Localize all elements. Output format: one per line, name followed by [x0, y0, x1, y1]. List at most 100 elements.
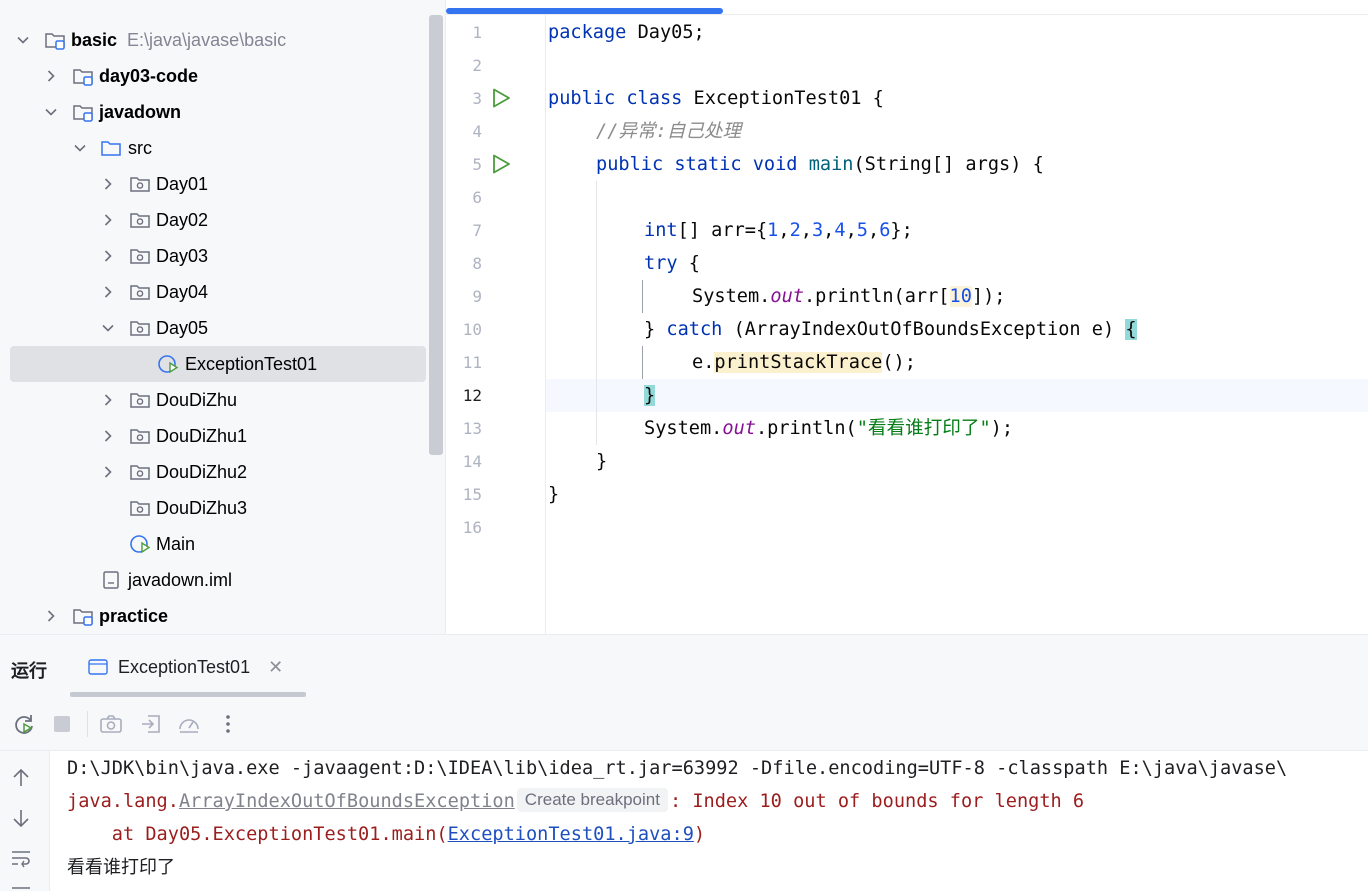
profiler-icon[interactable] — [177, 712, 201, 736]
package-folder-icon — [129, 317, 151, 339]
arrow-down-icon[interactable] — [10, 807, 32, 829]
code-line-3: public class ExceptionTest01 { — [548, 88, 884, 109]
tree-item-doudizhu1[interactable]: DouDiZhu1 — [10, 418, 426, 454]
tree-label: Day03 — [156, 246, 209, 266]
line-number: 6 — [472, 188, 482, 207]
tree-label: Day01 — [156, 174, 209, 194]
line-number: 5 — [472, 155, 482, 174]
exception-class-link[interactable]: ArrayIndexOutOfBoundsException — [179, 791, 515, 812]
chevron-down-icon[interactable] — [101, 321, 115, 335]
console-output[interactable]: D:\JDK\bin\java.exe -javaagent:D:\IDEA\l… — [50, 751, 1368, 891]
tree-label: DouDiZhu — [156, 390, 238, 410]
tree-item-practice[interactable]: practice — [10, 598, 426, 634]
create-breakpoint-tooltip[interactable]: Create breakpoint — [516, 788, 668, 812]
console-command-line: D:\JDK\bin\java.exe -javaagent:D:\IDEA\l… — [67, 758, 1288, 779]
tree-label: DouDiZhu3 — [156, 498, 248, 518]
tree-item-day03[interactable]: Day03 — [10, 238, 426, 274]
chevron-right-icon[interactable] — [101, 429, 115, 443]
tree-scrollbar[interactable] — [429, 15, 443, 455]
tree-path: E:\java\javase\basic — [127, 30, 287, 50]
chevron-right-icon[interactable] — [101, 465, 115, 479]
package-folder-icon — [129, 461, 151, 483]
scroll-end-icon[interactable] — [10, 883, 32, 891]
code-line-10: } catch (ArrayIndexOutOfBoundsException … — [644, 319, 1137, 340]
exit-icon[interactable] — [139, 712, 163, 736]
module-folder-icon — [72, 605, 94, 627]
stacktrace-source-link[interactable]: ExceptionTest01.java:9 — [448, 824, 694, 845]
package-folder-icon — [129, 173, 151, 195]
run-tab-label: ExceptionTest01 — [118, 656, 251, 677]
tree-item-doudizhu2[interactable]: DouDiZhu2 — [10, 454, 426, 490]
tree-label: javadown — [99, 102, 182, 122]
line-number: 9 — [472, 287, 482, 306]
tree-item-doudizhu[interactable]: DouDiZhu — [10, 382, 426, 418]
rerun-icon[interactable] — [12, 712, 36, 736]
line-number: 2 — [472, 56, 482, 75]
more-options-icon[interactable] — [216, 712, 240, 736]
line-number: 14 — [462, 452, 482, 471]
tree-item-javadown[interactable]: javadown — [10, 94, 426, 130]
chevron-down-icon[interactable] — [73, 141, 87, 155]
run-toolbar — [0, 697, 1368, 751]
code-line-15: } — [548, 484, 560, 505]
chevron-right-icon[interactable] — [101, 177, 115, 191]
current-line-highlight — [545, 379, 1368, 412]
tree-item-src[interactable]: src — [10, 130, 426, 166]
console-exception-line: java.lang.ArrayIndexOutOfBoundsException… — [67, 788, 1085, 812]
line-number: 16 — [462, 518, 482, 537]
code-line-7: int[] arr={1,2,3,4,5,6}; — [644, 220, 913, 241]
stop-icon[interactable] — [50, 712, 74, 736]
tree-item-basic[interactable]: basic E:\java\javase\basic — [10, 22, 426, 58]
tree-item-day02[interactable]: Day02 — [10, 202, 426, 238]
tree-item-doudizhu3[interactable]: DouDiZhu3 — [10, 490, 426, 526]
camera-icon[interactable] — [99, 712, 123, 736]
tree-item-day03-code[interactable]: day03-code — [10, 58, 426, 94]
chevron-right-icon[interactable] — [101, 393, 115, 407]
line-number: 4 — [472, 122, 482, 141]
code-line-13: System.out.println("看看谁打印了"); — [644, 418, 1014, 439]
tree-item-day05[interactable]: Day05 — [10, 310, 426, 346]
tree-item-day01[interactable]: Day01 — [10, 166, 426, 202]
tree-item-main[interactable]: Main — [10, 526, 426, 562]
line-number: 10 — [462, 320, 482, 339]
tree-label: Day05 — [156, 318, 209, 338]
line-number-current: 12 — [462, 386, 482, 405]
tree-item-exceptiontest01[interactable]: ExceptionTest01 — [10, 346, 426, 382]
tree-label: Main — [156, 534, 196, 554]
line-number: 7 — [472, 221, 482, 240]
run-class-icon[interactable] — [490, 87, 512, 109]
code-editor[interactable]: 1 2 3 4 5 6 7 8 9 10 11 12 13 14 15 16 p… — [445, 0, 1368, 634]
arrow-up-icon[interactable] — [10, 767, 32, 789]
package-folder-icon — [129, 209, 151, 231]
code-line-4: //异常:自己处理 — [596, 121, 742, 142]
tree-label: Day04 — [156, 282, 209, 302]
soft-wrap-icon[interactable] — [10, 847, 32, 869]
console-stacktrace-line: at Day05.ExceptionTest01.main(ExceptionT… — [67, 824, 706, 845]
tree-item-javadown-iml[interactable]: javadown.iml — [10, 562, 426, 598]
package-folder-icon — [129, 425, 151, 447]
chevron-down-icon[interactable] — [16, 33, 30, 47]
console-icon — [88, 658, 108, 676]
run-panel-title: 运行 — [11, 661, 47, 681]
tree-label: src — [128, 138, 152, 158]
file-icon — [100, 569, 122, 591]
tree-label: day03-code — [99, 66, 199, 86]
chevron-right-icon[interactable] — [101, 249, 115, 263]
close-icon[interactable]: ✕ — [268, 657, 283, 678]
run-panel-header: 运行 ExceptionTest01 ✕ — [0, 635, 1368, 697]
package-folder-icon — [129, 389, 151, 411]
chevron-right-icon[interactable] — [101, 213, 115, 227]
line-number: 15 — [462, 485, 482, 504]
run-tab-exceptiontest01[interactable]: ExceptionTest01 ✕ — [88, 652, 283, 682]
tree-item-day04[interactable]: Day04 — [10, 274, 426, 310]
chevron-right-icon[interactable] — [44, 69, 58, 83]
run-main-icon[interactable] — [490, 153, 512, 175]
line-number: 3 — [472, 89, 482, 108]
chevron-right-icon[interactable] — [101, 285, 115, 299]
project-tree: basic E:\java\javase\basic day03-code jav… — [0, 0, 445, 634]
tree-label: DouDiZhu1 — [156, 426, 248, 446]
console-output-line: 看看谁打印了 — [67, 857, 175, 878]
chevron-right-icon[interactable] — [44, 609, 58, 623]
chevron-down-icon[interactable] — [44, 105, 58, 119]
runnable-class-icon — [129, 533, 151, 555]
